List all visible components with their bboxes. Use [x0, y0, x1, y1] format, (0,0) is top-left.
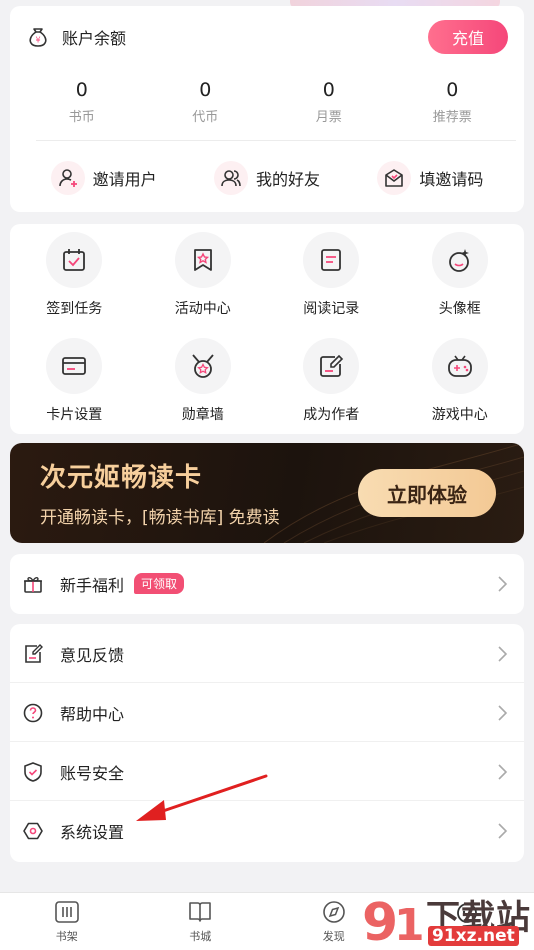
watermark-url: 91xz.net — [428, 926, 519, 946]
account-balance-title: 账户余额 — [62, 29, 127, 48]
stat-value: 0 — [446, 79, 459, 101]
stat-recommend-tickets[interactable]: 0 推荐票 — [391, 78, 515, 134]
medal-wall-item[interactable]: 勋章墙 — [139, 338, 268, 434]
avatar-frame-icon — [431, 232, 488, 288]
invite-label: 邀请用户 — [92, 170, 157, 189]
edit-icon — [303, 338, 360, 394]
friends-icon — [213, 161, 248, 195]
tab-label: 书架 — [55, 930, 78, 943]
card-icon — [46, 338, 103, 394]
activity-center-item[interactable]: 活动中心 — [139, 232, 268, 328]
stat-value: 0 — [75, 79, 88, 101]
my-friends-button[interactable]: 我的好友 — [213, 161, 320, 195]
become-author-item[interactable]: 成为作者 — [267, 338, 396, 434]
site-watermark: 9 1 下载站 91xz.net — [360, 890, 532, 950]
settings-menu: 意见反馈 帮助中心 账号安全 系统设置 — [10, 624, 524, 862]
newbie-welfare-row[interactable]: 新手福利 可领取 — [10, 554, 524, 613]
add-user-icon — [50, 161, 85, 195]
stat-label: 推荐票 — [432, 110, 472, 125]
feature-label: 卡片设置 — [46, 407, 103, 423]
svg-text:¥: ¥ — [35, 36, 40, 45]
feedback-icon — [22, 643, 44, 665]
chevron-right-icon — [498, 576, 508, 592]
stat-monthly-tickets[interactable]: 0 月票 — [267, 78, 391, 134]
tab-label: 发现 — [322, 930, 345, 943]
stat-value: 0 — [199, 79, 212, 101]
banner-subtitle: 开通畅读卡，[畅读书库] 免费读 — [40, 508, 280, 528]
feature-label: 成为作者 — [303, 407, 360, 423]
account-security-row[interactable]: 账号安全 — [10, 742, 524, 801]
avatar-frame-item[interactable]: 头像框 — [396, 232, 525, 328]
calendar-check-icon — [46, 232, 103, 288]
svg-text:1: 1 — [394, 900, 425, 948]
divider — [36, 140, 516, 141]
account-header: ¥ 账户余额 充值 — [26, 20, 508, 54]
feature-label: 签到任务 — [46, 301, 103, 317]
enter-invite-code-button[interactable]: 填邀请码 — [377, 161, 483, 195]
feature-label: 头像框 — [438, 301, 481, 317]
system-settings-row[interactable]: 系统设置 — [10, 801, 524, 860]
row-label: 账号安全 — [60, 763, 125, 783]
document-icon — [303, 232, 360, 288]
shield-icon — [22, 761, 44, 783]
account-card: ¥ 账户余额 充值 0 书币 0 代币 0 月票 0 推荐票 邀请用户 我的好友… — [10, 6, 524, 212]
stat-tokens[interactable]: 0 代币 — [144, 78, 268, 134]
banner-title: 次元姬畅读卡 — [40, 463, 203, 493]
invite-row: 邀请用户 我的好友 填邀请码 — [10, 158, 524, 198]
card-settings-item[interactable]: 卡片设置 — [10, 338, 139, 434]
feature-label: 游戏中心 — [431, 407, 488, 423]
feature-label: 活动中心 — [174, 301, 231, 317]
stat-value: 0 — [322, 79, 335, 101]
tab-bookshelf[interactable]: 书架 — [0, 893, 134, 950]
row-label: 系统设置 — [60, 822, 125, 842]
reading-history-item[interactable]: 阅读记录 — [267, 232, 396, 328]
chevron-right-icon — [498, 705, 508, 721]
invite-users-button[interactable]: 邀请用户 — [50, 161, 157, 195]
feedback-row[interactable]: 意见反馈 — [10, 624, 524, 683]
gamepad-icon — [431, 338, 488, 394]
claimable-badge: 可领取 — [134, 573, 185, 594]
help-icon — [22, 702, 44, 724]
welfare-card: 新手福利 可领取 — [10, 554, 524, 614]
chevron-right-icon — [498, 823, 508, 839]
stat-label: 代币 — [192, 110, 219, 125]
chevron-right-icon — [498, 764, 508, 780]
chevron-right-icon — [498, 646, 508, 662]
feature-label: 阅读记录 — [303, 301, 360, 317]
gift-icon — [22, 573, 44, 595]
feature-label: 勋章墙 — [181, 407, 224, 423]
balance-stats: 0 书币 0 代币 0 月票 0 推荐票 — [20, 78, 514, 134]
book-icon — [185, 899, 215, 925]
checkin-tasks-item[interactable]: 签到任务 — [10, 232, 139, 328]
settings-hex-icon — [22, 820, 44, 842]
tab-label: 书城 — [189, 930, 212, 943]
game-center-item[interactable]: 游戏中心 — [396, 338, 525, 434]
medal-icon — [174, 338, 231, 394]
tab-bookstore[interactable]: 书城 — [134, 893, 268, 950]
try-now-button[interactable]: 立即体验 — [358, 469, 496, 517]
watermark-logo-icon: 9 1 — [362, 893, 425, 950]
invite-label: 填邀请码 — [419, 170, 484, 189]
star-bookmark-icon — [174, 232, 231, 288]
bookshelf-icon — [52, 899, 82, 925]
money-bag-icon: ¥ — [26, 25, 50, 49]
stat-book-coins[interactable]: 0 书币 — [20, 78, 144, 134]
stat-label: 书币 — [68, 110, 95, 125]
compass-icon — [319, 899, 349, 925]
stat-label: 月票 — [315, 110, 342, 125]
envelope-icon — [377, 161, 412, 195]
row-label: 意见反馈 — [60, 645, 125, 665]
reading-card-banner[interactable]: 次元姬畅读卡 开通畅读卡，[畅读书库] 免费读 立即体验 — [10, 443, 524, 543]
row-label: 新手福利 — [60, 575, 125, 595]
recharge-button[interactable]: 充值 — [428, 20, 508, 54]
row-label: 帮助中心 — [60, 704, 125, 724]
feature-grid: 签到任务 活动中心 阅读记录 头像框 卡片设置 勋章墙 成为作者 游戏中心 — [10, 224, 524, 434]
help-center-row[interactable]: 帮助中心 — [10, 683, 524, 742]
svg-text:9: 9 — [362, 893, 398, 948]
invite-label: 我的好友 — [255, 170, 320, 189]
